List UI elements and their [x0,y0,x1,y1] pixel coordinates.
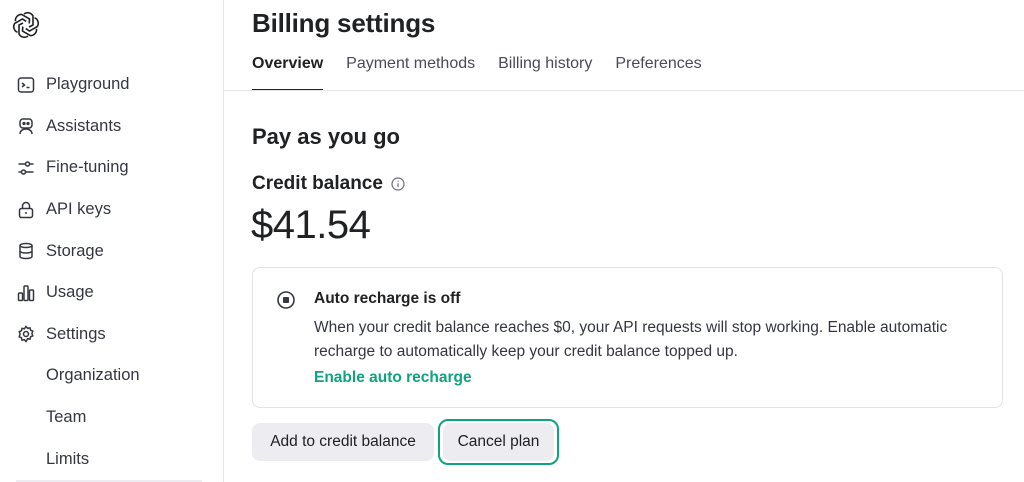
sidebar-nav: Playground Assistants Fine-tuning API ke… [0,64,224,480]
bar-chart-icon [16,283,36,303]
sidebar-subitem-label: Organization [46,366,140,385]
sidebar-item-organization[interactable]: Organization [0,355,224,397]
openai-logo-icon[interactable] [11,10,41,40]
robot-icon [16,116,36,136]
sidebar-item-api-keys[interactable]: API keys [0,189,224,231]
sidebar-item-limits[interactable]: Limits [0,438,224,480]
sidebar-item-settings[interactable]: Settings [0,314,224,356]
sidebar-subitem-label: Team [46,408,87,427]
credit-balance-label: Credit balance [252,173,383,194]
sidebar-item-label: Fine-tuning [46,158,129,177]
tab-preferences[interactable]: Preferences [615,52,701,91]
gear-icon [16,324,36,344]
page-title: Billing settings [252,8,436,38]
credit-balance-header: Credit balance [252,173,405,195]
sidebar-item-assistants[interactable]: Assistants [0,106,224,148]
sidebar-item-fine-tuning[interactable]: Fine-tuning [0,147,224,189]
tab-bar: Overview Payment methods Billing history… [252,52,725,91]
notice-body: When your credit balance reaches $0, you… [314,319,948,360]
sidebar-item-label: Settings [46,324,106,343]
cancel-plan-button[interactable]: Cancel plan [443,423,554,461]
main-content: Billing settings Overview Payment method… [224,0,1024,482]
sidebar: Playground Assistants Fine-tuning API ke… [0,0,224,482]
sidebar-subitem-label: Limits [46,449,90,468]
sidebar-item-label: Usage [46,283,94,302]
sidebar-item-label: Playground [46,75,130,94]
tab-overview[interactable]: Overview [252,52,324,91]
sidebar-item-label: Storage [46,241,104,260]
section-title: Pay as you go [252,124,400,149]
sidebar-item-label: Assistants [46,116,122,135]
database-icon [16,241,36,261]
notice-title: Auto recharge is off [314,290,461,307]
info-icon[interactable] [391,177,405,191]
tab-billing-history[interactable]: Billing history [498,52,592,91]
lock-icon [16,200,36,220]
sidebar-item-label: API keys [46,200,112,219]
add-to-credit-balance-button[interactable]: Add to credit balance [252,423,434,461]
terminal-icon [16,75,36,95]
tabs-divider [224,90,1024,91]
sidebar-item-storage[interactable]: Storage [0,230,224,272]
sliders-icon [16,158,36,178]
enable-auto-recharge-link[interactable]: Enable auto recharge [314,369,472,387]
sidebar-item-usage[interactable]: Usage [0,272,224,314]
credit-balance-value: $41.54 [251,203,371,247]
auto-recharge-notice: Auto recharge is off When your credit ba… [252,267,1003,408]
stop-circle-icon [277,291,295,309]
tab-payment-methods[interactable]: Payment methods [346,52,475,91]
sidebar-item-playground[interactable]: Playground [0,64,224,106]
sidebar-item-team[interactable]: Team [0,397,224,439]
